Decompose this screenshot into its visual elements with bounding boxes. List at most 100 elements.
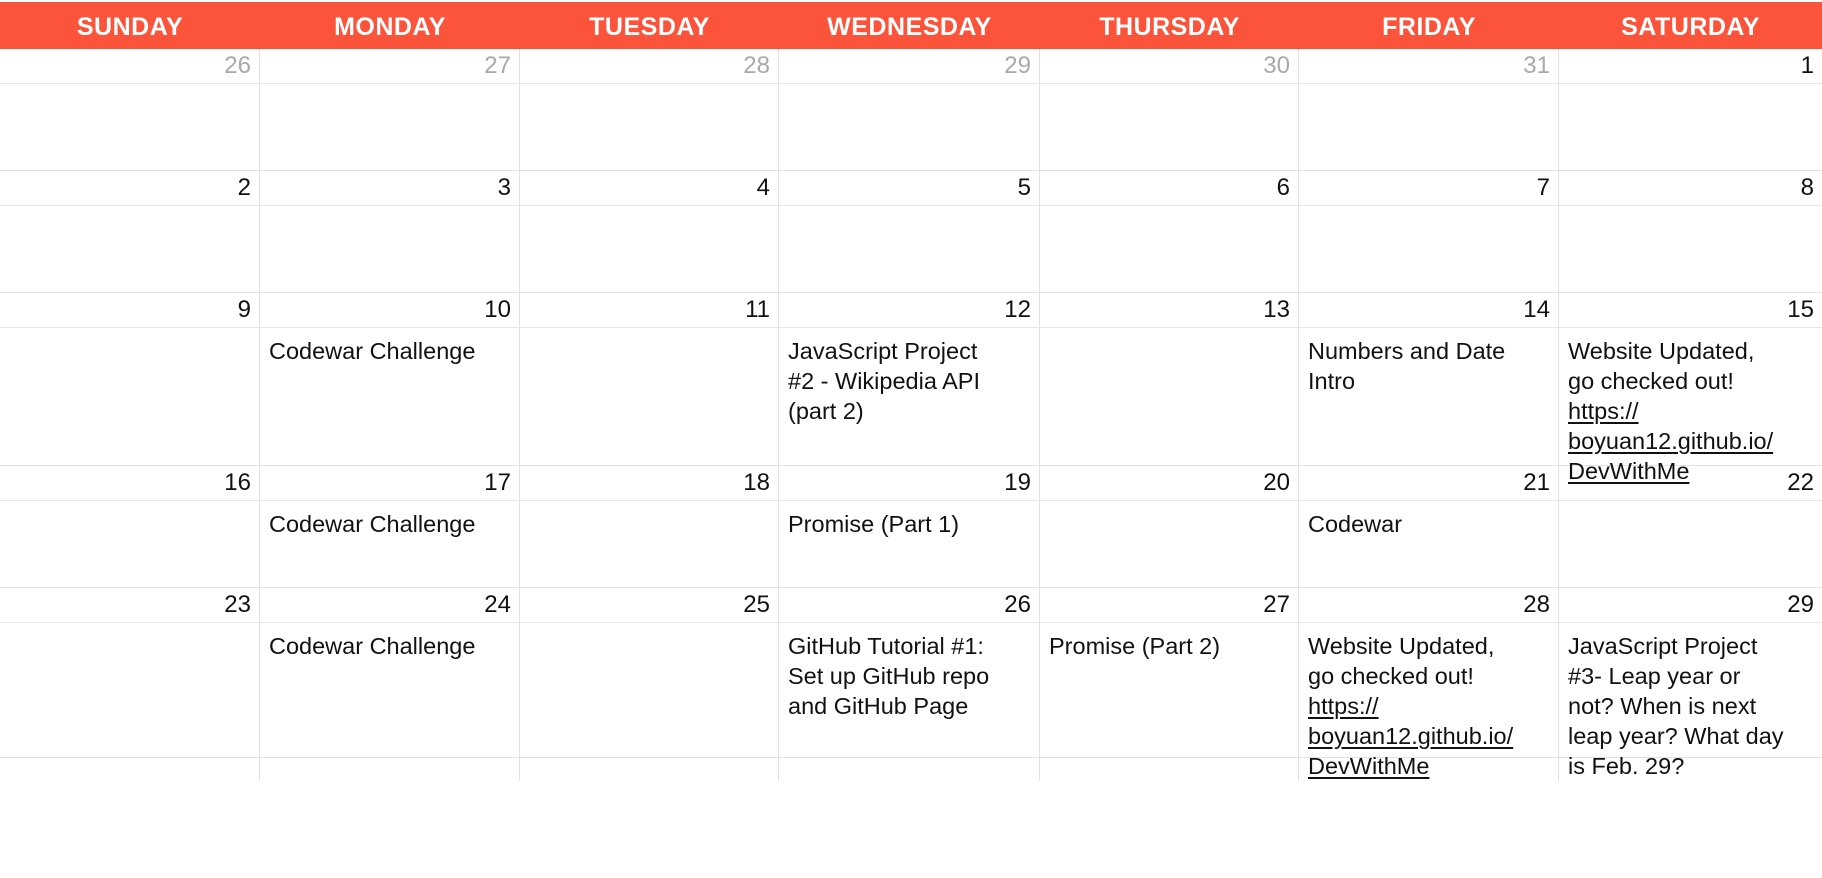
day-event-cell[interactable]: Website Updated, go checked out! https://b… [1299, 623, 1559, 781]
event-text: Set up GitHub repo [788, 663, 990, 689]
date-cell[interactable]: 1 [1559, 49, 1822, 83]
date-cell[interactable]: 9 [0, 293, 260, 327]
event-text: not? When is next [1568, 693, 1757, 719]
date-cell[interactable]: 25 [520, 588, 779, 622]
day-event-cell[interactable] [520, 206, 779, 292]
date-number: 26 [224, 52, 251, 79]
event-text: Codewar Challenge [269, 338, 476, 364]
day-event-cell[interactable]: Numbers and Date Intro [1299, 328, 1559, 486]
day-event-cell[interactable] [1559, 84, 1822, 170]
date-cell[interactable]: 27 [1040, 588, 1299, 622]
day-event-cell[interactable]: Codewar Challenge [260, 328, 520, 486]
date-cell[interactable]: 18 [520, 466, 779, 500]
event-text: and GitHub Page [788, 693, 969, 719]
day-event-cell[interactable] [0, 328, 260, 486]
date-row: 26 27 28 29 30 31 1 [0, 49, 1822, 84]
day-event-cell[interactable] [1559, 206, 1822, 292]
day-event-cell[interactable] [1040, 84, 1299, 170]
day-event-cell[interactable] [1299, 206, 1559, 292]
day-event-cell[interactable] [1559, 501, 1822, 587]
date-cell[interactable]: 2 [0, 171, 260, 205]
date-cell[interactable]: 14 [1299, 293, 1559, 327]
date-cell[interactable]: 12 [779, 293, 1040, 327]
date-cell[interactable]: 24 [260, 588, 520, 622]
date-number: 13 [1263, 296, 1290, 323]
day-event-cell[interactable] [1040, 206, 1299, 292]
date-cell[interactable]: 3 [260, 171, 520, 205]
date-cell[interactable]: 4 [520, 171, 779, 205]
date-cell[interactable]: 29 [779, 49, 1040, 83]
event-text: Codewar Challenge [269, 633, 476, 659]
date-number: 10 [484, 296, 511, 323]
date-cell[interactable]: 27 [260, 49, 520, 83]
day-event-cell[interactable] [779, 84, 1040, 170]
date-cell[interactable]: 23 [0, 588, 260, 622]
date-cell[interactable]: 10 [260, 293, 520, 327]
date-cell[interactable]: 11 [520, 293, 779, 327]
day-event-cell[interactable]: GitHub Tutorial #1: Set up GitHub repo and… [779, 623, 1040, 781]
event-link[interactable]: https:// [1308, 691, 1548, 721]
date-number: 27 [484, 52, 511, 79]
date-cell[interactable]: 7 [1299, 171, 1559, 205]
day-event-cell[interactable] [779, 206, 1040, 292]
date-cell[interactable]: 20 [1040, 466, 1299, 500]
day-event-cell[interactable]: Website Updated, go checked out! https://b… [1559, 328, 1822, 486]
day-event-cell[interactable] [0, 206, 260, 292]
event-link[interactable]: boyuan12.github.io/ [1568, 426, 1812, 456]
event-text: #3- Leap year or [1568, 663, 1741, 689]
event-row [0, 84, 1822, 170]
date-cell[interactable]: 19 [779, 466, 1040, 500]
date-number: 23 [224, 591, 251, 618]
event-text: Promise (Part 2) [1049, 633, 1221, 659]
date-cell[interactable]: 29 [1559, 588, 1822, 622]
day-event-cell[interactable] [1299, 84, 1559, 170]
date-cell[interactable]: 28 [1299, 588, 1559, 622]
day-event-cell[interactable] [0, 623, 260, 781]
day-event-cell[interactable]: Promise (Part 1) [779, 501, 1040, 587]
event-link[interactable]: https:// [1568, 396, 1812, 426]
date-number: 16 [224, 469, 251, 496]
date-cell[interactable]: 17 [260, 466, 520, 500]
day-event-cell[interactable]: JavaScript Project #2 - Wikipedia API (par… [779, 328, 1040, 486]
date-number: 5 [1017, 174, 1031, 201]
weekday-sunday: SUNDAY [76, 13, 184, 41]
day-event-cell[interactable] [520, 84, 779, 170]
date-cell[interactable]: 21 [1299, 466, 1559, 500]
day-event-cell[interactable] [0, 84, 260, 170]
day-event-cell[interactable] [1040, 501, 1299, 587]
date-cell[interactable]: 6 [1040, 171, 1299, 205]
date-cell[interactable]: 31 [1299, 49, 1559, 83]
day-event-cell[interactable]: Codewar Challenge [260, 623, 520, 781]
event-text: is Feb. 29? [1568, 753, 1685, 779]
day-event-cell[interactable] [260, 84, 520, 170]
day-event-cell[interactable] [260, 206, 520, 292]
date-cell[interactable]: 5 [779, 171, 1040, 205]
date-cell[interactable]: 8 [1559, 171, 1822, 205]
day-event-cell[interactable]: JavaScript Project #3- Leap year or not? W… [1559, 623, 1822, 781]
day-event-cell[interactable] [520, 328, 779, 486]
date-cell[interactable]: 26 [0, 49, 260, 83]
date-number: 24 [484, 591, 511, 618]
date-number: 17 [484, 469, 511, 496]
day-event-cell[interactable] [1040, 328, 1299, 486]
event-text: (part 2) [788, 398, 864, 424]
day-event-cell[interactable]: Promise (Part 2) [1040, 623, 1299, 781]
date-number: 28 [1523, 591, 1550, 618]
date-cell[interactable]: 22 [1559, 466, 1822, 500]
day-event-cell[interactable]: Codewar [1299, 501, 1559, 587]
calendar-week: 16 17 18 19 20 21 22 Codewar Challenge Promise (… [0, 466, 1822, 588]
date-cell[interactable]: 28 [520, 49, 779, 83]
day-event-cell[interactable] [0, 501, 260, 587]
event-link[interactable]: boyuan12.github.io/ [1308, 721, 1548, 751]
date-number: 22 [1787, 469, 1814, 496]
date-cell[interactable]: 16 [0, 466, 260, 500]
day-event-cell[interactable]: Codewar Challenge [260, 501, 520, 587]
day-event-cell[interactable] [520, 501, 779, 587]
date-cell[interactable]: 30 [1040, 49, 1299, 83]
event-link[interactable]: DevWithMe [1308, 751, 1548, 781]
date-cell[interactable]: 13 [1040, 293, 1299, 327]
date-number: 9 [237, 296, 251, 323]
date-cell[interactable]: 15 [1559, 293, 1822, 327]
date-cell[interactable]: 26 [779, 588, 1040, 622]
day-event-cell[interactable] [520, 623, 779, 781]
